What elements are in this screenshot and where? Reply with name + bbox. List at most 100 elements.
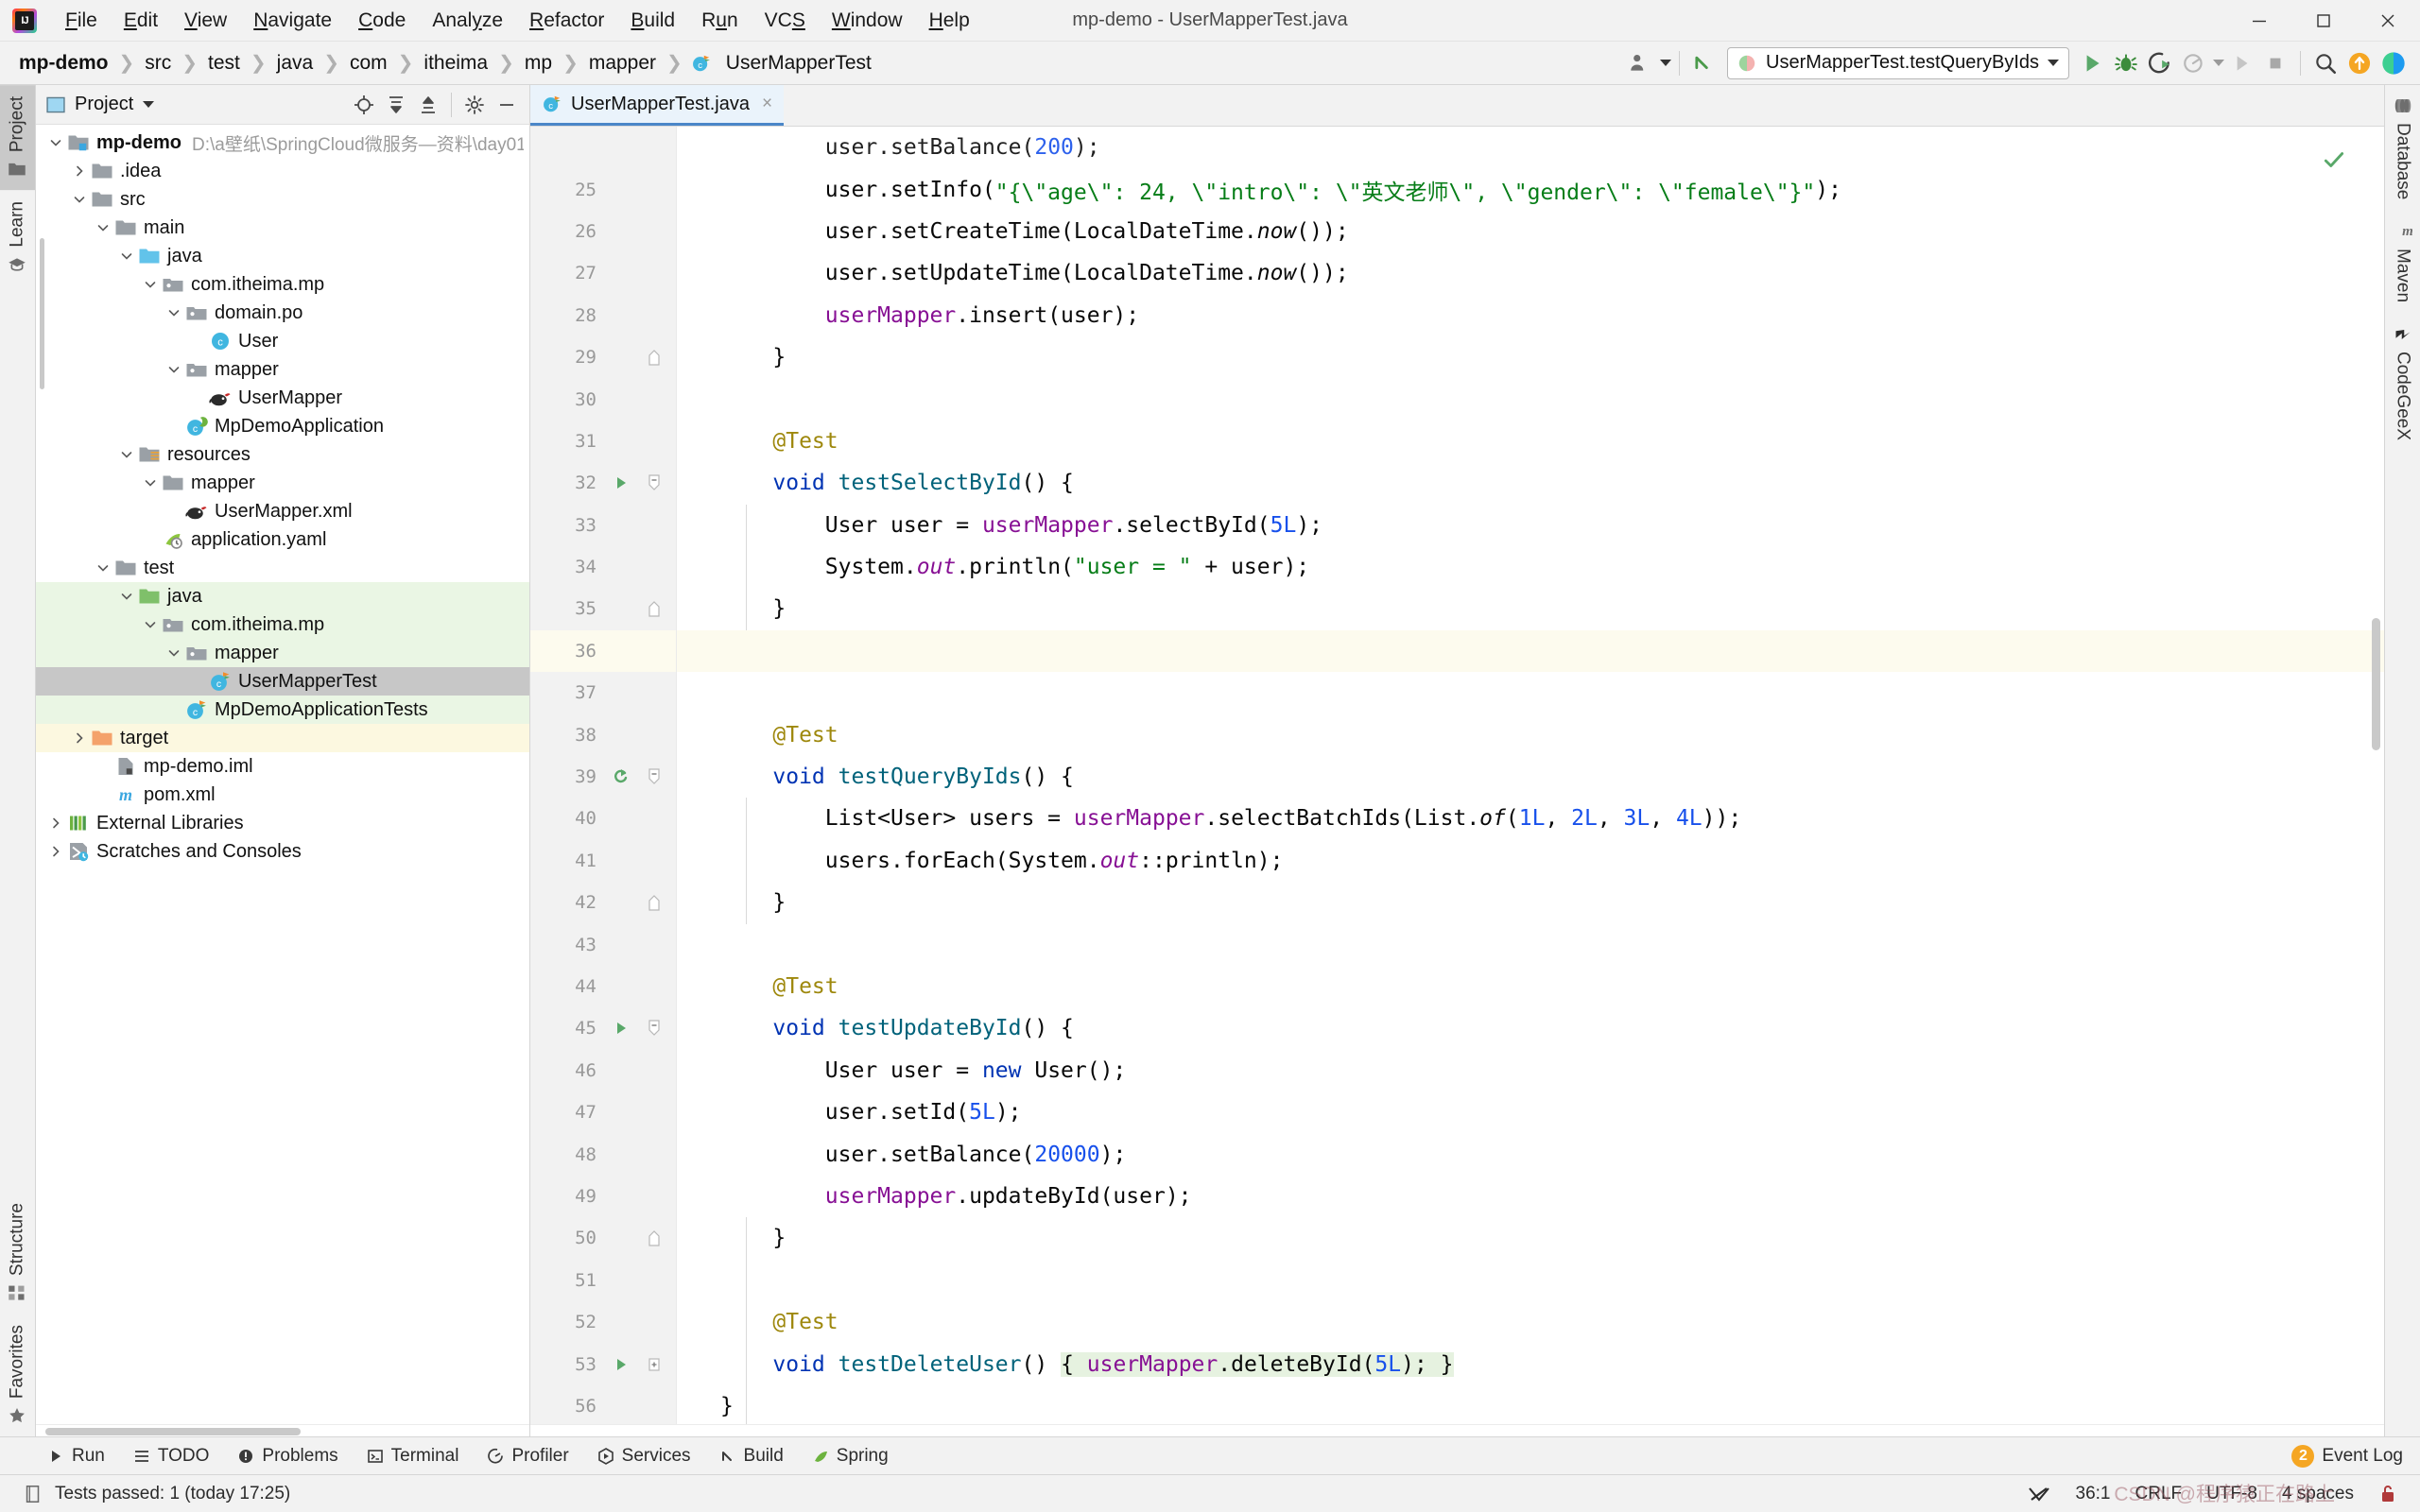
- code-line[interactable]: user.setBalance(20000);: [677, 1133, 2384, 1175]
- project-tree[interactable]: mp-demo D:\a壁纸\SpringCloud微服务—资料\day01- .i…: [36, 125, 529, 1424]
- fold-end-icon[interactable]: [638, 348, 670, 367]
- breadcrumb-item-java[interactable]: java: [269, 50, 321, 77]
- code-line[interactable]: }: [677, 336, 2384, 378]
- chevron-down-icon[interactable]: [45, 135, 66, 150]
- settings-account-chevron-icon[interactable]: [1660, 60, 1671, 66]
- fold-start-icon[interactable]: [638, 767, 670, 786]
- fold-start-icon[interactable]: [638, 473, 670, 492]
- code-line[interactable]: userMapper .insert(user);: [677, 295, 2384, 336]
- tree-node-target[interactable]: target: [36, 724, 529, 752]
- code-line[interactable]: users.forEach(System. out::println);: [677, 840, 2384, 882]
- menu-analyze[interactable]: Analyze: [419, 5, 516, 37]
- tree-node-test[interactable]: test: [36, 554, 529, 582]
- chevron-down-icon[interactable]: [116, 589, 137, 604]
- rerun-button[interactable]: [2224, 46, 2258, 80]
- code-line[interactable]: @Test: [677, 966, 2384, 1007]
- expand-all-icon[interactable]: [381, 90, 411, 120]
- menu-run[interactable]: Run: [688, 5, 752, 37]
- code-line[interactable]: [677, 378, 2384, 420]
- chevron-down-icon[interactable]: [116, 447, 137, 462]
- run-configuration-selector[interactable]: UserMapperTest.testQueryByIds: [1727, 46, 2069, 79]
- hide-panel-icon[interactable]: [492, 90, 522, 120]
- tree-node-mp-demo[interactable]: mp-demo D:\a壁纸\SpringCloud微服务—资料\day01-: [36, 129, 529, 157]
- breadcrumb-item-mp[interactable]: mp: [517, 50, 560, 77]
- bottom-tab-terminal[interactable]: Terminal: [354, 1441, 473, 1471]
- code-line[interactable]: userMapper .updateById(user);: [677, 1176, 2384, 1217]
- chevron-down-icon[interactable]: [164, 305, 184, 320]
- chevron-down-icon[interactable]: [116, 249, 137, 264]
- tool-strip-tab-maven[interactable]: m Maven: [2385, 211, 2420, 314]
- bottom-tab-services[interactable]: Services: [584, 1441, 704, 1471]
- editor-scrollbar[interactable]: [2372, 618, 2380, 750]
- tree-node-scratches-and-consoles[interactable]: Scratches and Consoles: [36, 837, 529, 866]
- indent-setting[interactable]: 4 spaces: [2282, 1484, 2354, 1504]
- tool-strip-tab-learn[interactable]: Learn: [0, 190, 35, 285]
- run-button[interactable]: [2075, 46, 2109, 80]
- lens-off-icon[interactable]: [2027, 1483, 2051, 1505]
- rerun-test-gutter-icon[interactable]: [604, 766, 638, 787]
- chevron-down-icon[interactable]: [93, 220, 113, 235]
- code-line[interactable]: }: [677, 1217, 2384, 1259]
- tool-strip-tab-database[interactable]: Database: [2385, 85, 2420, 211]
- tree-node-com-itheima-mp[interactable]: com.itheima.mp: [36, 270, 529, 299]
- tree-node-usermapper[interactable]: UserMapper: [36, 384, 529, 412]
- minimize-button[interactable]: [2227, 0, 2291, 42]
- fold-end-icon[interactable]: [638, 599, 670, 618]
- fold-end-icon[interactable]: [638, 1228, 670, 1247]
- run-configuration-chevron-icon[interactable]: [2048, 60, 2059, 66]
- editor-gutter[interactable]: 25 26 27 28 29 30 31 32 33 34 35 36 37 38 39 40 41 42 43 44…: [530, 127, 677, 1424]
- bottom-tab-build[interactable]: Build: [706, 1441, 797, 1471]
- chevron-down-icon[interactable]: [140, 277, 161, 292]
- chevron-down-icon[interactable]: [140, 617, 161, 632]
- tree-node-pom-xml[interactable]: m pom.xml: [36, 781, 529, 809]
- vcs-update-icon[interactable]: [1687, 46, 1721, 80]
- breadcrumb-item-test[interactable]: test: [200, 50, 248, 77]
- menu-window[interactable]: Window: [819, 5, 916, 37]
- chevron-right-icon[interactable]: [69, 163, 90, 179]
- menu-file[interactable]: File: [52, 5, 111, 37]
- run-with-coverage-button[interactable]: [2143, 46, 2177, 80]
- tree-node-external-libraries[interactable]: External Libraries: [36, 809, 529, 837]
- tree-node-mpdemoapplication[interactable]: c MpDemoApplication: [36, 412, 529, 440]
- gear-icon[interactable]: [459, 90, 490, 120]
- settings-account-icon[interactable]: [1623, 46, 1657, 80]
- menu-view[interactable]: View: [171, 5, 240, 37]
- ide-update-icon[interactable]: [2342, 46, 2377, 80]
- locate-icon[interactable]: [349, 90, 379, 120]
- breadcrumb-item-itheima[interactable]: itheima: [416, 50, 495, 77]
- editor-horizontal-scrollbar[interactable]: [530, 1424, 2384, 1436]
- project-panel-chevron-icon[interactable]: [143, 101, 155, 108]
- line-separator[interactable]: CRLF: [2135, 1484, 2183, 1504]
- debug-button[interactable]: [2109, 46, 2143, 80]
- editor-code-area[interactable]: user.setBalance(200); user.setInfo("{\"a…: [677, 127, 2384, 1424]
- bottom-tab-run[interactable]: Run: [34, 1441, 118, 1471]
- unlocked-icon[interactable]: [2378, 1483, 2397, 1505]
- code-line[interactable]: user.setInfo("{\"age\": 24, \"intro\": \…: [677, 168, 2384, 210]
- code-line[interactable]: user.setId(5L);: [677, 1091, 2384, 1133]
- search-everywhere-icon[interactable]: [2308, 46, 2342, 80]
- code-line[interactable]: @Test: [677, 713, 2384, 755]
- chevron-down-icon[interactable]: [93, 560, 113, 576]
- code-line[interactable]: List<User> users = userMapper .selectBatc…: [677, 798, 2384, 839]
- tool-strip-tab-project[interactable]: Project: [0, 85, 35, 191]
- code-line[interactable]: @Test: [677, 1301, 2384, 1343]
- code-line[interactable]: user.setBalance(200);: [677, 127, 2384, 168]
- chevron-right-icon[interactable]: [69, 730, 90, 746]
- tree-node-java[interactable]: java: [36, 242, 529, 270]
- tool-strip-tab-codegeex[interactable]: CodeGeeX: [2385, 314, 2420, 452]
- event-log-group[interactable]: 2 Event Log: [2291, 1444, 2420, 1468]
- menu-build[interactable]: Build: [617, 5, 688, 37]
- tree-node-mapper[interactable]: mapper: [36, 355, 529, 384]
- caret-position[interactable]: 36:1: [2076, 1484, 2111, 1504]
- bottom-tab-spring[interactable]: Spring: [799, 1441, 902, 1471]
- editor-tab-close-icon[interactable]: ×: [762, 94, 772, 114]
- bottom-tab-todo[interactable]: TODO: [120, 1441, 223, 1471]
- code-line[interactable]: [677, 672, 2384, 713]
- chevron-right-icon[interactable]: [45, 844, 66, 859]
- tree-scrollbar[interactable]: [40, 238, 44, 389]
- breadcrumb-item-com[interactable]: com: [342, 50, 395, 77]
- code-line[interactable]: void testSelectById() {: [677, 462, 2384, 504]
- code-line[interactable]: user.setCreateTime(LocalDateTime. now ());: [677, 211, 2384, 252]
- menu-vcs[interactable]: VCS: [752, 5, 819, 37]
- run-test-gutter-icon[interactable]: [604, 1019, 638, 1038]
